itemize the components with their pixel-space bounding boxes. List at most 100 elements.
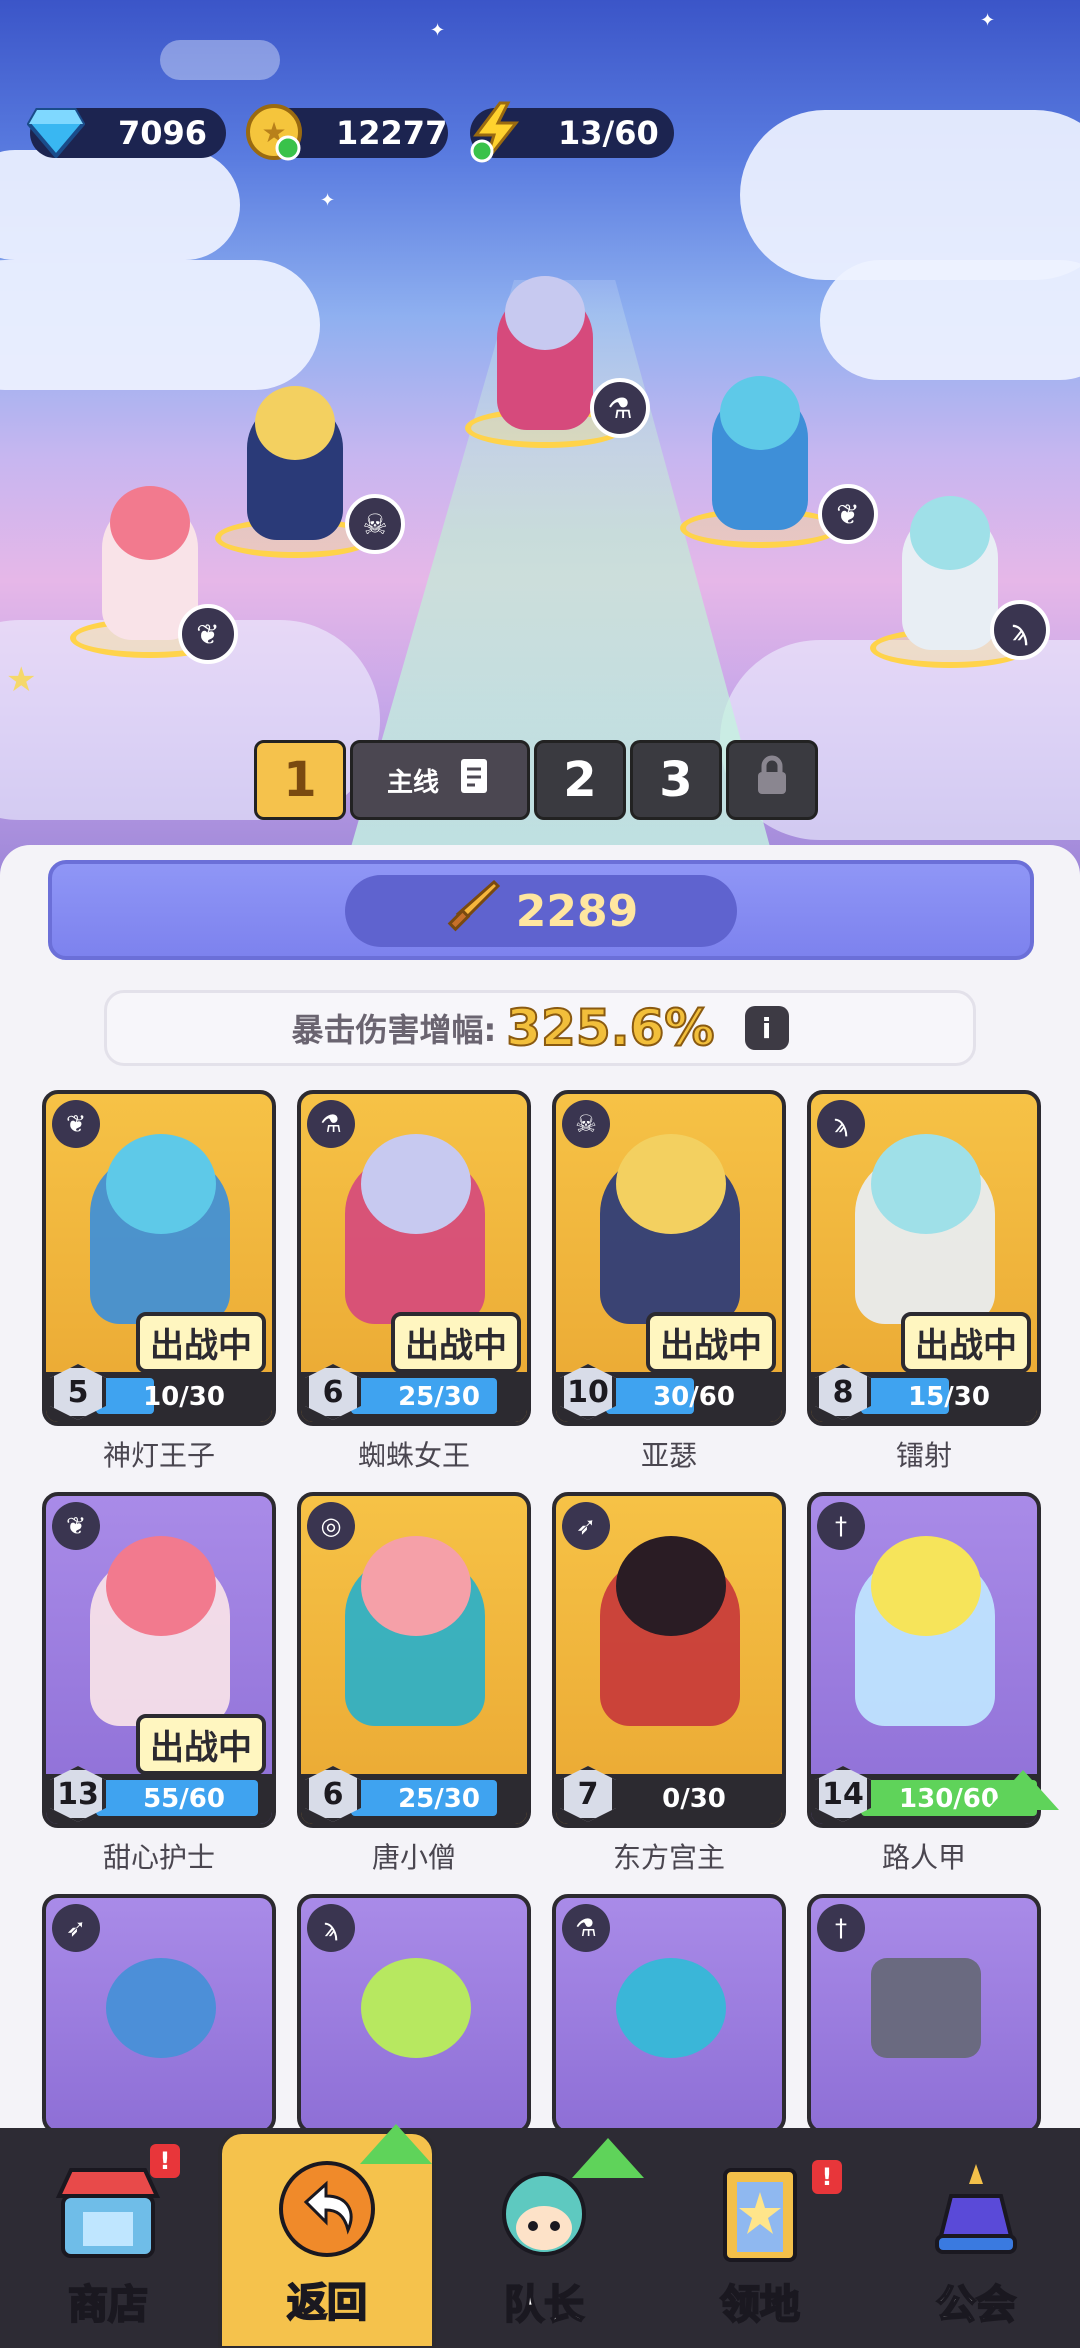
nav-back-label: 返回 [286,2279,368,2327]
potion-icon: ⚗ [562,1904,610,1952]
alert-badge: ! [812,2160,842,2194]
potion-icon: ⚗ [590,378,650,438]
gems-counter[interactable]: 7096 [27,108,226,158]
hero-card[interactable]: ➶ 0/30 7 [552,1492,786,1828]
hero-name: 甜心护士 [102,1841,215,1874]
in-battle-tag: 出战中 [901,1312,1031,1373]
hero-head [505,276,585,350]
hero-portrait [106,1134,216,1234]
team-tab-2[interactable]: 2 [534,740,626,820]
hero-name: 蜘蛛女王 [357,1439,470,1472]
star-icon: ✦ [320,190,336,211]
hero-card[interactable]: ⚗ [552,1894,786,2134]
team-power: 2289 [345,875,737,947]
cloud [820,260,1080,380]
coin-icon: ★ [240,98,308,166]
hero-portrait [361,1536,471,1636]
hero-card[interactable]: ☠ 出战中 30/60 10 [552,1090,786,1426]
in-battle-tag: 出战中 [391,1312,521,1373]
mainline-tab[interactable]: 主线 [350,740,530,820]
hero-card[interactable]: ϡ [297,1894,531,2134]
hero-portrait [871,1134,981,1234]
star-icon: ★ [6,660,37,700]
team-tab-1[interactable]: 1 [254,740,346,820]
hero-card[interactable]: ⚗ 出战中 25/30 6 [297,1090,531,1426]
cloud [0,260,320,390]
cloud [0,150,240,260]
nav-shop-label: 商店 [67,2281,149,2329]
coins-counter[interactable]: ★ 12277 [246,104,448,161]
hero-head [110,486,190,560]
power-value: 2289 [515,885,639,937]
hero-card[interactable]: ϡ 出战中 15/30 8 [807,1090,1041,1426]
staff-icon: ϡ [817,1100,865,1148]
shard-progress-text: 0/30 [662,1784,726,1814]
upgrade-arrow-icon [572,2138,644,2178]
team-tabs: 1 主线 2 3 [254,740,818,820]
team-tab-3[interactable]: 3 [630,740,722,820]
upgrade-arrow-icon [987,1770,1059,1810]
team-tab-locked[interactable] [726,740,818,820]
nav-captain-label: 队长 [503,2281,585,2329]
hero-card[interactable]: ➶ [42,1894,276,2134]
hero-portrait [616,1536,726,1636]
hero-portrait [106,1958,216,2058]
sword-icon: † [817,1904,865,1952]
hero-portrait [361,1958,471,2058]
in-battle-tag: 出战中 [136,1312,266,1373]
document-icon [459,757,493,804]
stage-hero-lamp-prince[interactable] [680,370,840,548]
stage-hero-arthur[interactable] [215,380,375,558]
hero-portrait [361,1134,471,1234]
hero-name: 神灯王子 [102,1439,215,1472]
wings-icon: ❦ [52,1502,100,1550]
skull-icon: ☠ [345,494,405,554]
staff-icon: ϡ [990,600,1050,660]
hero-head [720,376,800,450]
star-icon: ✦ [430,20,446,41]
lock-icon [754,752,790,808]
hero-head [255,386,335,460]
star-icon: ✦ [980,10,996,31]
hero-card[interactable]: ❦ 出战中 55/60 13 [42,1492,276,1828]
shard-progress-text: 25/30 [398,1784,480,1814]
info-icon[interactable]: i [744,1006,789,1050]
back-arrow-icon [272,2154,382,2264]
mainline-label: 主线 [386,767,439,798]
hero-name: 东方宫主 [612,1841,725,1874]
cloud [740,110,1080,280]
wings-icon: ❦ [178,604,238,664]
hero-portrait [106,1536,216,1636]
bow-icon: ➶ [562,1502,610,1550]
sword-icon: † [817,1502,865,1550]
staff-icon: ϡ [307,1904,355,1952]
shop-icon [53,2156,163,2266]
shard-progress-text: 55/60 [143,1784,225,1814]
crit-label: 暴击伤害增幅: [291,1011,497,1049]
hero-name: 亚瑟 [640,1439,697,1472]
hero-portrait [616,1134,726,1234]
alert-badge: ! [150,2144,180,2178]
hero-name: 路人甲 [881,1841,966,1874]
shard-progress-text: 15/30 [908,1382,990,1412]
territory-portal-icon [705,2156,815,2266]
nav-territory-label: 领地 [719,2281,801,2329]
cloud [160,40,280,80]
nav-guild-label: 公会 [935,2281,1017,2329]
sword-icon [444,878,500,945]
bow-icon: ➶ [52,1904,100,1952]
nav-shop[interactable]: 商店 [0,2128,216,2348]
crit-value: 325.6% [505,998,715,1058]
hero-card[interactable]: † [807,1894,1041,2134]
energy-counter[interactable]: 13/60 [470,101,674,163]
hero-name: 镭射 [895,1439,952,1472]
potion-icon: ⚗ [307,1100,355,1148]
hero-card[interactable]: ❦ 出战中 10/30 5 [42,1090,276,1426]
diamond-icon [22,98,90,166]
nav-guild[interactable]: 公会 [868,2128,1080,2348]
shard-progress-text: 25/30 [398,1382,480,1412]
upgrade-arrow-icon [360,2124,432,2164]
hero-card[interactable]: ◎ 25/30 6 [297,1492,531,1828]
in-battle-tag: 出战中 [136,1714,266,1775]
hero-portrait [871,1958,981,2058]
